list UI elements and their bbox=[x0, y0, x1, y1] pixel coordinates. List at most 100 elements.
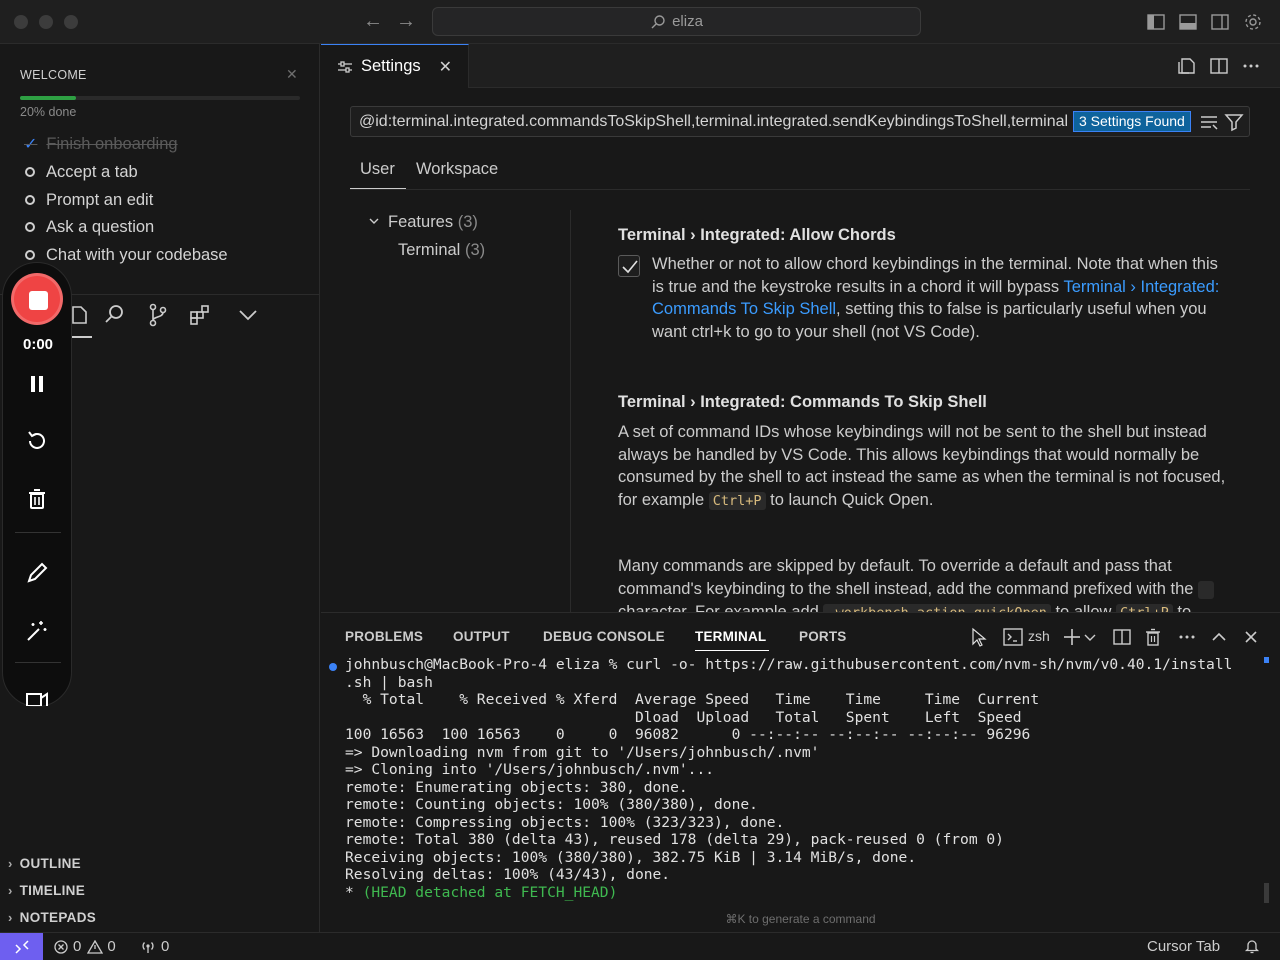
terminal-line: remote: Total 380 (delta 43), reused 178… bbox=[345, 831, 1004, 848]
terminal-scrollbar[interactable] bbox=[1264, 883, 1269, 903]
command-center-search[interactable]: eliza bbox=[432, 7, 921, 36]
tab-workspace[interactable]: Workspace bbox=[416, 160, 498, 179]
clear-filter-icon[interactable] bbox=[1199, 112, 1219, 132]
onboarding-item-chat-codebase[interactable]: Chat with your codebase bbox=[24, 243, 228, 267]
more-actions-icon[interactable] bbox=[1241, 56, 1261, 76]
search-text: eliza bbox=[672, 13, 703, 30]
source-control-icon[interactable] bbox=[145, 302, 171, 328]
pause-icon[interactable] bbox=[24, 371, 50, 397]
section-notepads[interactable]: › NOTEPADS bbox=[8, 910, 96, 925]
warning-icon bbox=[87, 939, 104, 954]
remote-button[interactable] bbox=[0, 933, 43, 960]
tree-divider bbox=[570, 210, 571, 612]
magic-wand-icon[interactable] bbox=[24, 618, 50, 644]
section-timeline[interactable]: › TIMELINE bbox=[8, 883, 85, 898]
panel-tab-terminal[interactable]: TERMINAL bbox=[695, 629, 766, 644]
setting-description-allow-chords: Whether or not to allow chord keybinding… bbox=[652, 255, 1220, 341]
window-close-dot[interactable] bbox=[14, 15, 28, 29]
tab-user[interactable]: User bbox=[360, 160, 395, 179]
pencil-icon[interactable] bbox=[24, 560, 50, 586]
stop-recording-button[interactable] bbox=[11, 273, 63, 325]
terminal-line: => Cloning into '/Users/johnbusch/.nvm'.… bbox=[345, 761, 715, 778]
keybinding-code: Ctrl+P bbox=[1116, 604, 1173, 612]
tree-item-features[interactable]: Features (3) bbox=[368, 213, 478, 232]
terminal-shell-name[interactable]: zsh bbox=[1028, 628, 1050, 644]
split-editor-icon[interactable] bbox=[1209, 56, 1229, 76]
terminal-line: % Total % Received % Xferd Average Speed… bbox=[345, 691, 1040, 708]
problems-status[interactable]: 0 0 bbox=[54, 938, 116, 955]
trash-icon[interactable] bbox=[24, 486, 50, 512]
window-minimize-dot[interactable] bbox=[39, 15, 53, 29]
toggle-panel-icon[interactable] bbox=[1178, 12, 1198, 32]
tab-label: Settings bbox=[361, 57, 421, 75]
section-label: NOTEPADS bbox=[19, 910, 97, 925]
split-terminal-icon[interactable] bbox=[1112, 627, 1132, 647]
panel-tab-output[interactable]: OUTPUT bbox=[453, 629, 510, 644]
back-arrow-icon[interactable]: ← bbox=[363, 10, 383, 33]
restart-icon[interactable] bbox=[24, 428, 50, 454]
chevron-down-icon[interactable] bbox=[1083, 627, 1097, 647]
editor-tab-bar: Settings ✕ bbox=[321, 44, 1280, 88]
onboarding-item-label: Accept a tab bbox=[46, 162, 138, 181]
toggle-secondary-sidebar-icon[interactable] bbox=[1210, 12, 1230, 32]
terminal-icon[interactable] bbox=[1003, 627, 1023, 647]
close-icon[interactable] bbox=[1241, 627, 1261, 647]
terminal-output[interactable]: johnbusch@MacBook-Pro-4 eliza % curl -o-… bbox=[345, 656, 1250, 901]
filter-icon[interactable] bbox=[1224, 112, 1244, 132]
notifications-bell[interactable] bbox=[1244, 938, 1260, 954]
tree-label: Features bbox=[388, 213, 454, 231]
gear-icon[interactable] bbox=[1243, 12, 1263, 32]
allow-chords-checkbox[interactable] bbox=[618, 255, 640, 277]
panel-tab-problems[interactable]: PROBLEMS bbox=[345, 629, 423, 644]
status-bar: 0 0 0 Cursor Tab bbox=[0, 932, 1280, 960]
stop-icon bbox=[29, 291, 48, 310]
keybinding-code: -workbench.action.quickOpen bbox=[823, 604, 1051, 612]
extensions-icon[interactable] bbox=[188, 302, 214, 328]
plus-icon[interactable] bbox=[1062, 627, 1082, 647]
toggle-sidebar-icon[interactable] bbox=[1146, 12, 1166, 32]
circle-icon bbox=[25, 222, 35, 232]
tab-settings[interactable]: Settings ✕ bbox=[321, 44, 469, 88]
terminal-line: remote: Compressing objects: 100% (323/3… bbox=[345, 813, 785, 831]
cursor-tab-status[interactable]: Cursor Tab bbox=[1147, 938, 1220, 955]
active-scope-indicator bbox=[350, 188, 406, 189]
search-icon[interactable] bbox=[102, 302, 128, 328]
welcome-title: WELCOME bbox=[20, 68, 87, 82]
forward-arrow-icon[interactable]: → bbox=[396, 10, 416, 33]
settings-sliders-icon bbox=[338, 60, 352, 73]
onboarding-item-prompt-edit[interactable]: Prompt an edit bbox=[24, 188, 153, 212]
search-icon bbox=[651, 14, 665, 29]
window-zoom-dot[interactable] bbox=[64, 15, 78, 29]
terminal-line: => Downloading nvm from git to '/Users/j… bbox=[345, 743, 820, 761]
chevron-down-icon[interactable] bbox=[235, 302, 261, 328]
active-panel-indicator bbox=[695, 650, 769, 651]
panel-tab-debug-console[interactable]: DEBUG CONSOLE bbox=[543, 629, 665, 644]
close-icon[interactable]: ✕ bbox=[439, 57, 452, 77]
setting-title-commands-to-skip-shell: Terminal › Integrated: Commands To Skip … bbox=[618, 393, 987, 411]
recorder-divider bbox=[15, 532, 61, 533]
onboarding-item-ask-question[interactable]: Ask a question bbox=[24, 215, 154, 239]
camera-icon[interactable] bbox=[24, 688, 50, 706]
onboarding-progress-fill bbox=[20, 96, 76, 100]
terminal-line: 100 16563 100 16563 0 0 96082 0 --:--:--… bbox=[345, 726, 1031, 743]
trash-icon[interactable] bbox=[1143, 627, 1163, 647]
section-outline[interactable]: › OUTLINE bbox=[8, 856, 81, 871]
setting-description-commands-to-skip-shell: A set of command IDs whose keybindings w… bbox=[618, 423, 1226, 510]
activity-bar bbox=[60, 302, 280, 336]
scope-divider bbox=[350, 189, 1250, 190]
onboarding-item-label: Ask a question bbox=[46, 217, 155, 236]
more-actions-icon[interactable] bbox=[1177, 627, 1197, 647]
open-json-icon[interactable] bbox=[1177, 56, 1197, 76]
panel-tab-ports[interactable]: PORTS bbox=[799, 629, 847, 644]
settings-search-input[interactable]: @id:terminal.integrated.commandsToSkipSh… bbox=[350, 106, 1250, 137]
recording-timer: 0:00 bbox=[22, 336, 54, 353]
chevron-down-icon bbox=[368, 215, 380, 230]
ports-status[interactable]: 0 bbox=[140, 938, 169, 955]
check-icon: ✓ bbox=[24, 136, 38, 153]
terminal-line: Resolving deltas: 100% (43/43), done. bbox=[345, 866, 671, 883]
chevron-up-icon[interactable] bbox=[1209, 627, 1229, 647]
tree-item-terminal[interactable]: Terminal (3) bbox=[398, 241, 485, 260]
onboarding-item-finish[interactable]: ✓ Finish onboarding bbox=[24, 132, 178, 156]
close-icon[interactable]: ✕ bbox=[286, 66, 298, 83]
onboarding-item-accept-tab[interactable]: Accept a tab bbox=[24, 160, 138, 184]
